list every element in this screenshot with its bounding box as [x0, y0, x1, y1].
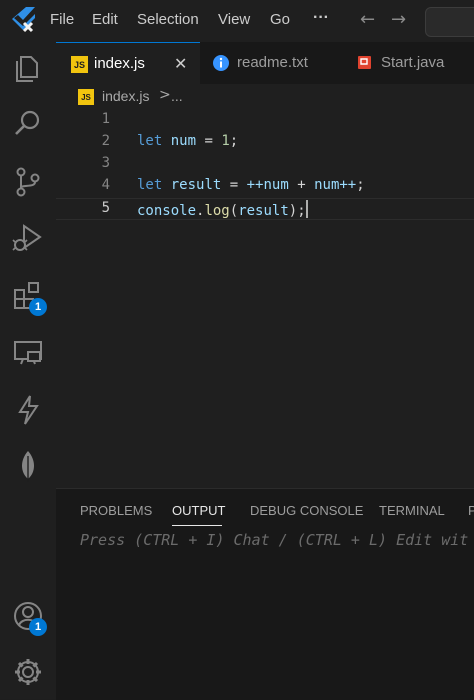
- close-icon[interactable]: ✕: [174, 54, 187, 74]
- breadcrumb: JS index.js > ...: [56, 84, 474, 110]
- source-control-icon[interactable]: [10, 164, 46, 200]
- line-number: 3: [101, 155, 110, 171]
- editor-tab-bar: JS index.js ✕ readme.txt Start.java: [56, 42, 474, 84]
- argument: result: [238, 203, 289, 219]
- paren-close: ): [288, 203, 298, 219]
- accounts-badge: 1: [29, 618, 47, 636]
- line-number: 1: [101, 111, 110, 127]
- code-line-5[interactable]: console.log(result);: [137, 200, 308, 219]
- breadcrumb-file[interactable]: index.js: [102, 88, 149, 104]
- tab-problems[interactable]: PROBLEMS: [80, 503, 152, 518]
- extensions-badge: 1: [29, 298, 47, 316]
- command-center-search[interactable]: [425, 7, 474, 37]
- menu-edit[interactable]: Edit: [92, 11, 118, 28]
- thunder-client-icon[interactable]: [10, 392, 46, 428]
- post-increment-expr: num++: [314, 177, 357, 193]
- mongodb-leaf-icon[interactable]: [10, 448, 46, 484]
- back-arrow-icon[interactable]: ←: [360, 9, 375, 30]
- function-name: log: [204, 203, 230, 219]
- active-tab-underline: [172, 525, 222, 526]
- search-icon[interactable]: [10, 106, 46, 142]
- info-icon: [213, 55, 229, 71]
- operator: =: [204, 133, 213, 149]
- semicolon: ;: [229, 133, 239, 149]
- code-editor[interactable]: 1 2 3 4 5 let num = 1; let result = ++nu…: [56, 110, 474, 488]
- gear-icon[interactable]: [10, 654, 46, 690]
- line-number: 2: [101, 133, 110, 149]
- tab-debug-console[interactable]: DEBUG CONSOLE: [250, 503, 363, 518]
- semicolon: ;: [356, 177, 365, 193]
- line-number: 5: [101, 200, 110, 216]
- operator: +: [297, 177, 306, 193]
- keyword: let: [137, 133, 163, 149]
- explorer-files-icon[interactable]: [10, 50, 46, 86]
- line-number: 4: [101, 177, 110, 193]
- js-icon: JS: [78, 89, 94, 105]
- tab-output[interactable]: OUTPUT: [172, 503, 225, 518]
- tab-terminal[interactable]: TERMINAL: [379, 503, 445, 518]
- text-cursor: [305, 200, 308, 218]
- code-line-4[interactable]: let result = ++num + num++;: [137, 177, 365, 193]
- number-literal: 1: [221, 133, 230, 149]
- object-name: console: [137, 203, 197, 219]
- keyword: let: [137, 177, 163, 193]
- breadcrumb-separator: >: [159, 87, 171, 103]
- menu-more-icon[interactable]: ···: [313, 9, 329, 27]
- code-line-2[interactable]: let num = 1;: [137, 133, 238, 149]
- forward-arrow-icon[interactable]: →: [391, 9, 406, 30]
- breadcrumb-symbols[interactable]: ...: [171, 88, 183, 104]
- title-bar: File Edit Selection View Go ··· ← →: [0, 0, 474, 42]
- paren-open: (: [229, 203, 239, 219]
- menu-go[interactable]: Go: [270, 11, 290, 28]
- tab-label: index.js: [94, 55, 145, 72]
- variable: result: [170, 177, 222, 193]
- tab-index-js[interactable]: JS index.js ✕: [56, 42, 200, 84]
- menu-selection[interactable]: Selection: [137, 11, 199, 28]
- tab-overflow[interactable]: P: [468, 503, 474, 518]
- activity-bar: 1 1: [0, 42, 56, 699]
- variable: num: [170, 133, 197, 149]
- semicolon: ;: [297, 203, 306, 219]
- tab-start-java[interactable]: Start.java: [344, 42, 474, 84]
- java-icon: [358, 56, 371, 69]
- remote-explorer-icon[interactable]: [10, 334, 46, 370]
- run-debug-icon[interactable]: [10, 220, 46, 256]
- menu-view[interactable]: View: [218, 11, 250, 28]
- js-icon: JS: [71, 56, 88, 73]
- app-logo-icon[interactable]: [6, 4, 46, 40]
- tab-label: readme.txt: [237, 54, 308, 71]
- output-hint-text: Press (CTRL + I) Chat / (CTRL + L) Edit …: [80, 531, 469, 549]
- tab-label: Start.java: [381, 54, 445, 71]
- tab-readme-txt[interactable]: readme.txt: [200, 42, 344, 84]
- bottom-panel: PROBLEMS OUTPUT DEBUG CONSOLE TERMINAL P…: [56, 488, 474, 700]
- pre-increment-expr: ++num: [246, 177, 289, 193]
- menu-file[interactable]: File: [50, 11, 74, 28]
- operator: =: [229, 177, 239, 193]
